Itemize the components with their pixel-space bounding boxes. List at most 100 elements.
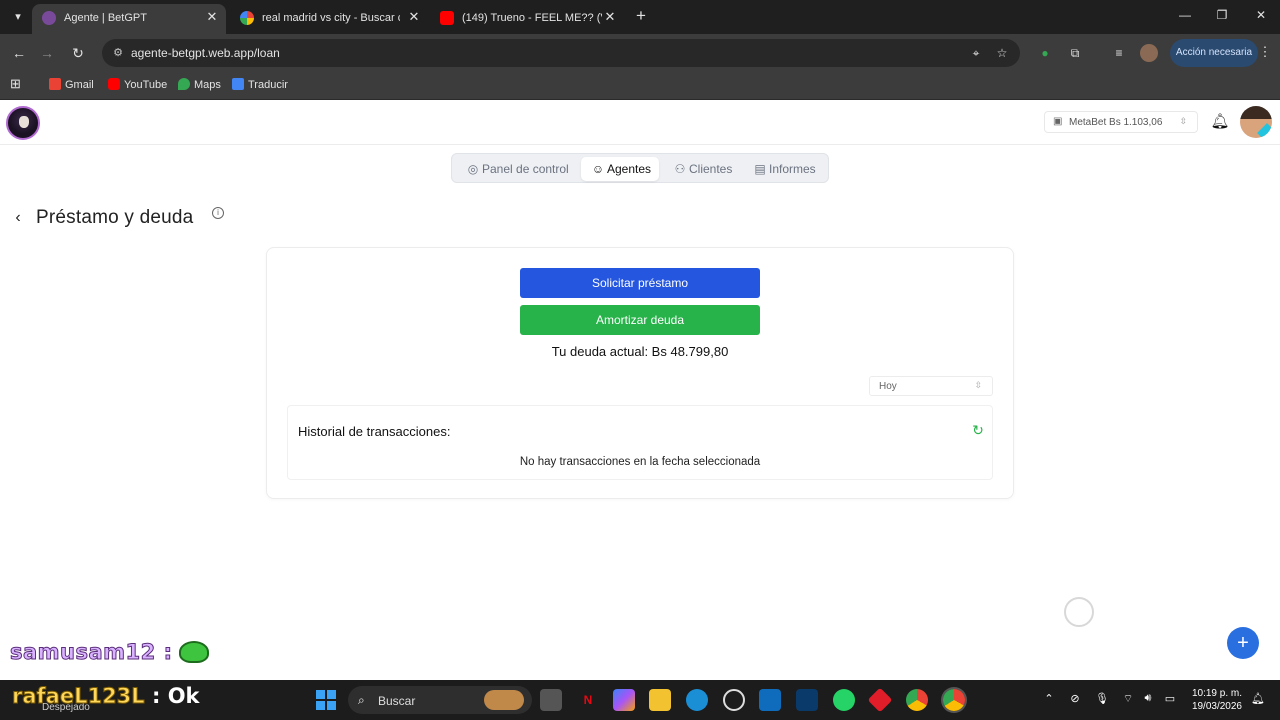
extension-icon[interactable]: ● — [1036, 44, 1054, 62]
browser-tab-betgpt[interactable]: Agente | BetGPT ✕ — [32, 4, 226, 34]
notification-bell-icon[interactable]: 🔔︎ — [1210, 112, 1230, 132]
google-favicon-icon — [240, 11, 254, 25]
tab-agentes[interactable]: ☺ Agentes — [581, 157, 660, 181]
wifi-icon[interactable]: ⌔ — [1120, 692, 1136, 706]
bookmark-label: YouTube — [124, 79, 168, 91]
site-info-icon[interactable]: ⚙ — [110, 45, 126, 61]
maximize-icon[interactable]: ❐ — [1213, 8, 1231, 22]
wallet-selector[interactable]: ▣ MetaBet Bs 1.103,06 ⇳ — [1044, 111, 1198, 133]
back-arrow-icon[interactable]: ‹ — [10, 208, 26, 228]
main-navigation: ◎ Panel de control ☺ Agentes ⚇ Clientes ▤ In… — [451, 153, 829, 183]
chat-username: samusam12 : — [10, 640, 173, 665]
extensions-puzzle-icon[interactable]: ⧉ — [1066, 44, 1084, 62]
back-icon[interactable]: ← — [10, 44, 28, 62]
transaction-history: Historial de transacciones: ↻ No hay tra… — [287, 405, 993, 480]
search-icon: ⌕ — [358, 693, 365, 707]
tab-informes[interactable]: ▤ Informes — [753, 157, 815, 181]
user-avatar[interactable] — [1240, 106, 1272, 138]
minimize-icon[interactable]: — — [1176, 8, 1194, 22]
chrome-profile-icon[interactable] — [943, 689, 965, 711]
user-icon: ☺ — [591, 162, 605, 176]
add-floating-button[interactable]: + — [1227, 627, 1259, 659]
chat-message: : Ok — [152, 684, 200, 708]
windows-start-icon[interactable] — [316, 690, 336, 710]
close-tab-icon[interactable]: ✕ — [602, 9, 618, 25]
browser-tab-google[interactable]: real madrid vs city - Buscar con ✕ — [230, 4, 428, 34]
url-text: agente-betgpt.web.app/loan — [131, 46, 280, 60]
wallet-icon: ▣ — [1053, 116, 1063, 127]
close-tab-icon[interactable]: ✕ — [406, 9, 422, 25]
history-title: Historial de transacciones: — [298, 424, 451, 439]
profile-action-button[interactable]: Acción necesaria — [1170, 39, 1258, 67]
date-filter-value: Hoy — [879, 381, 897, 392]
chrome-icon[interactable] — [906, 689, 928, 711]
tray-app-icon[interactable]: ⊘ — [1067, 692, 1083, 705]
bookmarks-bar: ⊞ Gmail YouTube Maps Traducir — [0, 72, 1280, 100]
translate-icon — [232, 78, 244, 90]
stream-chat-overlay-2: rafaeL123L : Ok — [12, 684, 200, 709]
notifications-icon[interactable]: 🔔︎ — [1250, 692, 1266, 705]
close-tab-icon[interactable]: ✕ — [204, 9, 220, 25]
bookmark-star-icon[interactable]: ☆ — [994, 45, 1010, 61]
maps-icon — [178, 78, 190, 90]
current-debt: Tu deuda actual: Bs 48.799,80 — [551, 344, 729, 359]
loading-spinner — [1064, 597, 1094, 627]
store-icon[interactable] — [759, 689, 781, 711]
more-menu-icon[interactable]: ⋮ — [1258, 44, 1272, 60]
bookmark-label: Traducir — [248, 79, 288, 91]
bookmark-youtube[interactable]: YouTube — [108, 78, 167, 91]
anydesk-icon[interactable] — [867, 687, 893, 713]
close-window-icon[interactable]: ✕ — [1252, 8, 1270, 22]
steam-icon[interactable] — [723, 689, 745, 711]
edge-icon[interactable] — [686, 689, 708, 711]
dashboard-icon: ◎ — [467, 162, 479, 176]
bookmark-traducir[interactable]: Traducir — [232, 78, 288, 91]
chevron-updown-icon: ⇳ — [1179, 116, 1187, 126]
profile-avatar-icon[interactable] — [1140, 44, 1158, 62]
location-icon[interactable]: ⌖ — [968, 45, 984, 61]
page-title: Préstamo y deuda — [36, 207, 194, 228]
media-controls-icon[interactable]: ≡ — [1110, 44, 1128, 62]
forward-icon[interactable]: → — [38, 44, 56, 62]
apps-grid-icon[interactable]: ⊞ — [10, 76, 21, 92]
date-filter-select[interactable]: Hoy ⇳ — [869, 376, 993, 396]
betgpt-logo[interactable] — [6, 106, 40, 140]
battery-icon[interactable]: ▭ — [1162, 692, 1178, 705]
volume-icon[interactable]: 🔊︎ — [1140, 692, 1156, 705]
refresh-icon[interactable]: ↻ — [970, 422, 986, 438]
task-view-icon[interactable] — [540, 689, 562, 711]
tray-overflow-icon[interactable]: ⌃ — [1041, 692, 1057, 705]
betgpt-favicon-icon — [42, 11, 56, 25]
web-page: ▣ MetaBet Bs 1.103,06 ⇳ 🔔︎ ◎ Panel de con… — [0, 100, 1280, 680]
new-tab-button[interactable]: + — [632, 7, 650, 25]
tab-clientes[interactable]: ⚇ Clientes — [673, 157, 733, 181]
tab-panel-de-control[interactable]: ◎ Panel de control — [466, 157, 569, 181]
system-clock[interactable]: 10:19 p. m. 19/03/2026 — [1190, 687, 1242, 713]
amortize-debt-button[interactable]: Amortizar deuda — [520, 305, 760, 335]
history-empty-message: No hay transacciones en la fecha selecci… — [519, 456, 761, 468]
users-icon: ⚇ — [674, 162, 686, 176]
reload-icon[interactable]: ↻ — [69, 44, 87, 62]
disney-plus-icon[interactable] — [796, 689, 818, 711]
bookmark-maps[interactable]: Maps — [178, 78, 221, 91]
browser-toolbar: ← → ↻ ⚙ agente-betgpt.web.app/loan ⌖ ☆ ●… — [0, 34, 1280, 72]
youtube-favicon-icon — [440, 11, 454, 25]
tab-search-icon[interactable]: ▾ — [8, 7, 28, 27]
tab-title: Agente | BetGPT — [64, 12, 147, 24]
file-explorer-icon[interactable] — [649, 689, 671, 711]
info-icon[interactable]: i — [212, 207, 224, 219]
address-bar[interactable]: ⚙ agente-betgpt.web.app/loan ⌖ ☆ — [102, 39, 1020, 67]
windows-taskbar: Despejado rafaeL123L : Ok ⌕ Buscar N ⌃ ⊘… — [0, 680, 1280, 720]
tab-title: real madrid vs city - Buscar con — [262, 12, 400, 24]
tab-title: (149) Trueno - FEEL ME?? (Vide — [462, 12, 602, 24]
taskbar-search[interactable]: ⌕ Buscar — [348, 686, 532, 714]
copilot-icon[interactable] — [613, 689, 635, 711]
youtube-icon — [108, 78, 120, 90]
netflix-icon[interactable]: N — [577, 689, 599, 711]
request-loan-button[interactable]: Solicitar préstamo — [520, 268, 760, 298]
bookmark-gmail[interactable]: Gmail — [49, 78, 94, 91]
nav-label: Panel de control — [482, 162, 569, 176]
whatsapp-icon[interactable] — [833, 689, 855, 711]
browser-tab-youtube[interactable]: (149) Trueno - FEEL ME?? (Vide ✕ — [430, 4, 624, 34]
microphone-icon[interactable]: 🎙︎ — [1094, 692, 1110, 705]
